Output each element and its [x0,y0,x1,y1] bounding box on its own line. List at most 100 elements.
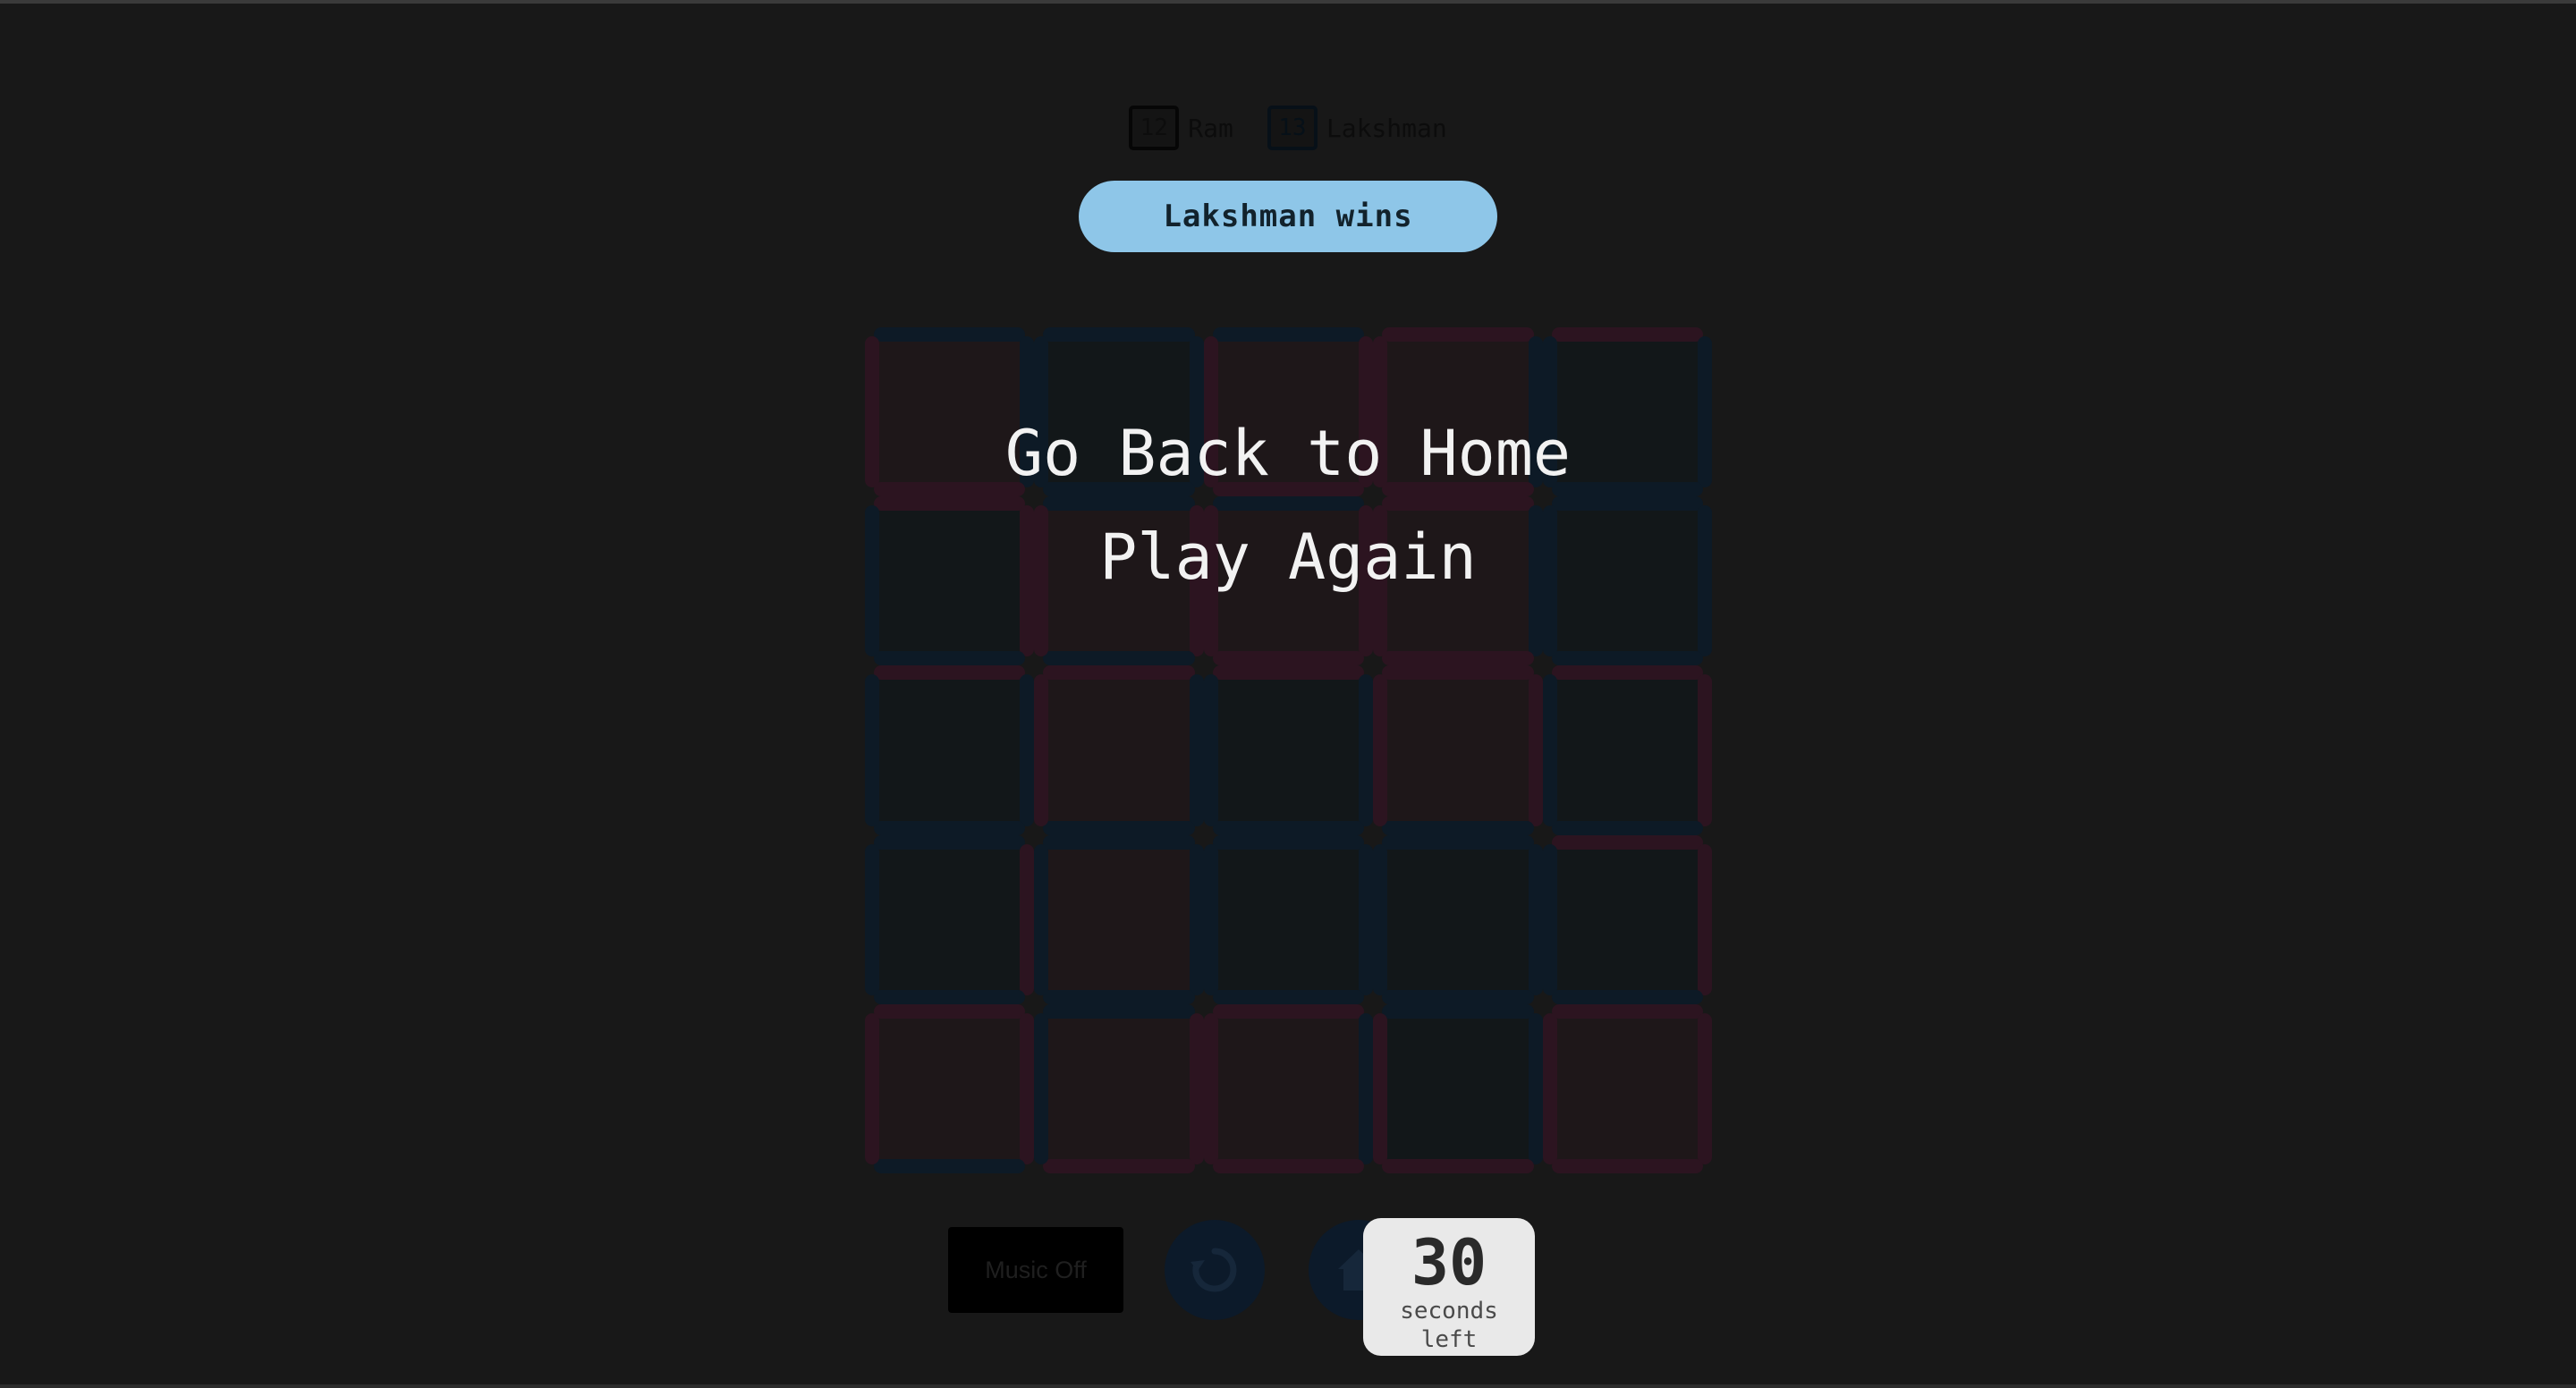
cell-edge-left [1373,674,1388,826]
timer-label: seconds left [1400,1298,1498,1353]
board-cell [1373,1003,1543,1173]
cell-edge-bottom [1212,989,1365,1004]
cell-edge-bottom [1043,989,1195,1004]
play-again-option[interactable]: Play Again [0,520,2576,594]
cell-edge-top [874,1003,1026,1019]
cell-edge-right [1528,843,1543,995]
cell-fill [1217,1018,1360,1159]
cell-edge-top [1212,1003,1365,1019]
go-back-home-option[interactable]: Go Back to Home [0,417,2576,490]
cell-edge-left [1542,843,1557,995]
cell-edge-top [874,327,1026,342]
cell-fill [1556,1018,1698,1159]
cell-edge-top [1382,496,1534,512]
cell-edge-left [1203,674,1218,826]
player-name: Lakshman [1326,113,1447,143]
music-toggle-button[interactable]: Music Off [948,1227,1123,1313]
cell-edge-bottom [1382,989,1534,1004]
cell-edge-right [1189,674,1204,826]
cell-fill [1048,849,1190,990]
cell-edge-top [874,665,1026,681]
board-cell [865,1003,1035,1173]
board-cell [1034,1003,1204,1173]
board-cell [1034,665,1204,835]
cell-fill [1556,849,1698,990]
cell-fill [1387,680,1529,821]
cell-edge-bottom [874,1158,1026,1173]
board-cell [1203,834,1374,1004]
cell-edge-bottom [874,989,1026,1004]
cell-edge-right [1020,1012,1035,1164]
cell-edge-right [1528,674,1543,826]
cell-edge-left [1542,1012,1557,1164]
cell-edge-left [1203,843,1218,995]
cell-edge-top [1043,665,1195,681]
cell-edge-top [1551,834,1703,850]
cell-edge-bottom [1551,989,1703,1004]
winner-banner: Lakshman wins [1079,181,1497,252]
cell-edge-top [874,496,1026,512]
cell-edge-bottom [874,820,1026,835]
player-ram-score: 12 Ram [1129,106,1233,150]
cell-edge-right [1697,1012,1712,1164]
cell-fill [879,680,1021,821]
cell-edge-top [1043,834,1195,850]
cell-edge-top [1551,1003,1703,1019]
cell-edge-left [1373,843,1388,995]
cell-edge-bottom [1043,651,1195,666]
cell-edge-top [1212,665,1365,681]
cell-edge-right [1020,674,1035,826]
cell-edge-top [1551,665,1703,681]
cell-edge-top [1212,327,1365,342]
cell-edge-bottom [1551,820,1703,835]
cell-edge-bottom [874,651,1026,666]
cell-edge-left [1373,1012,1388,1164]
cell-fill [1048,680,1190,821]
cell-edge-top [1382,834,1534,850]
restart-icon [1191,1248,1237,1292]
cell-edge-bottom [1212,651,1365,666]
cell-edge-left [1034,674,1049,826]
cell-edge-right [1020,843,1035,995]
cell-edge-bottom [1551,651,1703,666]
cell-edge-bottom [1551,1158,1703,1173]
countdown-timer: 30 seconds left [1363,1218,1535,1356]
board-cell [1203,1003,1374,1173]
board-cell [1542,1003,1712,1173]
cell-edge-right [1359,843,1374,995]
cell-edge-right [1189,843,1204,995]
board-cell [1542,665,1712,835]
score-badge: 13 [1267,106,1318,150]
cell-edge-right [1359,1012,1374,1164]
cell-edge-left [865,1012,879,1164]
board-cell [1373,665,1543,835]
cell-edge-top [1043,1003,1195,1019]
board-cell [1203,665,1374,835]
restart-button[interactable] [1165,1220,1265,1320]
cell-edge-left [1034,1012,1049,1164]
cell-edge-top [1551,327,1703,342]
cell-edge-top [1382,327,1534,342]
timer-value: 30 [1411,1226,1487,1299]
cell-edge-bottom [1212,1158,1365,1173]
cell-fill [1217,680,1360,821]
window-top-border [0,0,2576,4]
cell-fill [1387,1018,1529,1159]
cell-edge-bottom [1043,1158,1195,1173]
player-name: Ram [1188,113,1233,143]
cell-edge-top [874,834,1026,850]
cell-edge-bottom [1382,651,1534,666]
cell-edge-left [865,674,879,826]
cell-fill [1217,849,1360,990]
board-cell [865,834,1035,1004]
cell-edge-top [1551,496,1703,512]
cell-edge-bottom [1382,820,1534,835]
cell-edge-left [1203,1012,1218,1164]
cell-edge-left [1542,674,1557,826]
cell-edge-bottom [1382,1158,1534,1173]
score-badge: 12 [1129,106,1180,150]
cell-edge-right [1189,1012,1204,1164]
cell-edge-top [1212,834,1365,850]
board-cell [1034,834,1204,1004]
cell-fill [1048,1018,1190,1159]
